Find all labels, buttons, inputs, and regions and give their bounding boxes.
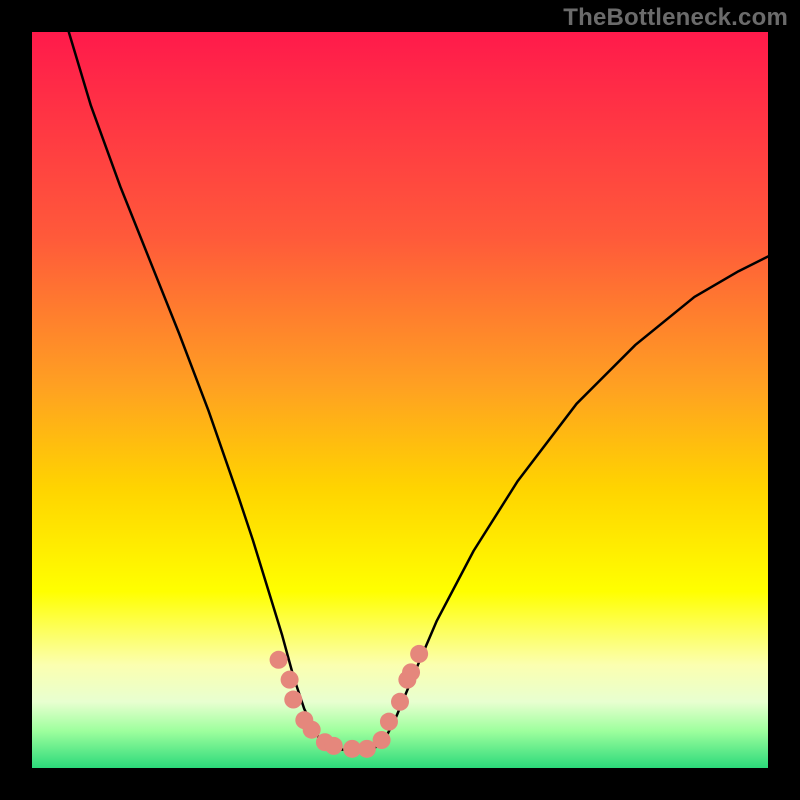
plot-area [32,32,768,768]
marker-2 [284,691,302,709]
marker-14 [410,645,428,663]
marker-4 [303,721,321,739]
marker-6 [325,737,343,755]
marker-13 [402,663,420,681]
chart-frame: TheBottleneck.com [0,0,800,800]
watermark-text: TheBottleneck.com [563,4,788,32]
marker-0 [270,651,288,669]
marker-1 [281,671,299,689]
marker-9 [373,731,391,749]
marker-10 [380,713,398,731]
curve-right-curve [373,256,768,749]
curve-left-curve [69,32,338,750]
marker-11 [391,693,409,711]
curve-layer [32,32,768,768]
